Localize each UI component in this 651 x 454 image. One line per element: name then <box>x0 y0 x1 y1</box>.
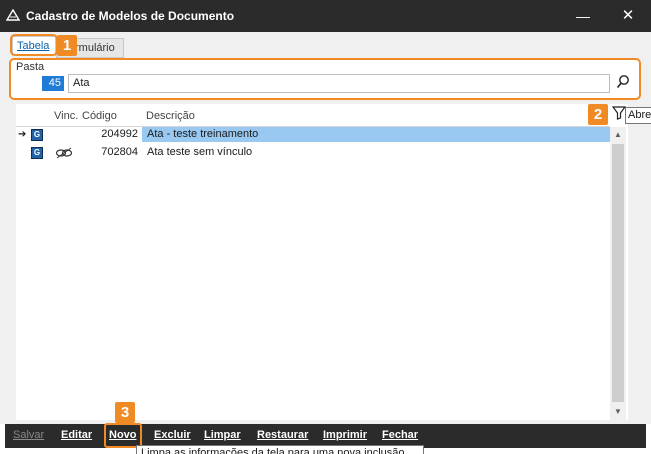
title-bar: Cadastro de Modelos de Documento — ✕ <box>0 0 651 32</box>
filter-tooltip: Abre <box>625 107 651 124</box>
callout-badge-2: 2 <box>588 104 608 125</box>
delete-button[interactable]: Excluir <box>154 429 191 441</box>
close-button[interactable]: ✕ <box>605 0 651 32</box>
row-code: 702804 <box>101 146 138 158</box>
filter-icon[interactable] <box>612 106 626 120</box>
grid-header: Vinc. Código Descrição <box>16 108 610 126</box>
documents-grid: Vinc. Código Descrição ➔ G 204992 Ata - … <box>16 104 628 420</box>
save-button[interactable]: Salvar <box>13 429 44 441</box>
print-button[interactable]: Imprimir <box>323 429 367 441</box>
scroll-up-icon[interactable]: ▲ <box>610 127 626 143</box>
document-icon <box>6 9 20 21</box>
row-code: 204992 <box>101 128 138 140</box>
tab-highlight-frame <box>10 34 58 56</box>
g-icon: G <box>31 147 43 159</box>
tab-formulario-label: rmulário <box>75 42 115 54</box>
vertical-scrollbar[interactable]: ▲ ▼ <box>610 127 626 420</box>
callout-badge-3: 3 <box>115 402 135 423</box>
row-description: Ata teste sem vínculo <box>147 146 253 158</box>
table-row[interactable]: ➔ G 204992 Ata - teste treinamento <box>16 127 610 142</box>
window-title: Cadastro de Modelos de Documento <box>26 9 235 23</box>
restore-button[interactable]: Restaurar <box>257 429 308 441</box>
table-row[interactable]: G 702804 Ata teste sem vínculo <box>16 145 610 160</box>
row-description: Ata - teste treinamento <box>147 128 259 140</box>
column-header-descricao[interactable]: Descrição <box>146 110 195 122</box>
column-header-vinc[interactable]: Vinc. <box>54 110 78 122</box>
minimize-button[interactable]: — <box>560 0 606 32</box>
pasta-highlight-frame <box>9 58 641 100</box>
scroll-thumb[interactable] <box>612 144 624 402</box>
g-icon: G <box>31 129 43 141</box>
callout-badge-1: 1 <box>57 35 77 56</box>
scroll-down-icon[interactable]: ▼ <box>610 404 626 420</box>
column-header-codigo[interactable]: Código <box>82 110 117 122</box>
link-icon <box>55 147 73 159</box>
arrow-right-icon: ➔ <box>18 129 27 140</box>
edit-button[interactable]: Editar <box>61 429 92 441</box>
novo-tooltip: Limpa as informações da tela para uma no… <box>136 445 424 454</box>
clear-button[interactable]: Limpar <box>204 429 241 441</box>
close-form-button[interactable]: Fechar <box>382 429 418 441</box>
